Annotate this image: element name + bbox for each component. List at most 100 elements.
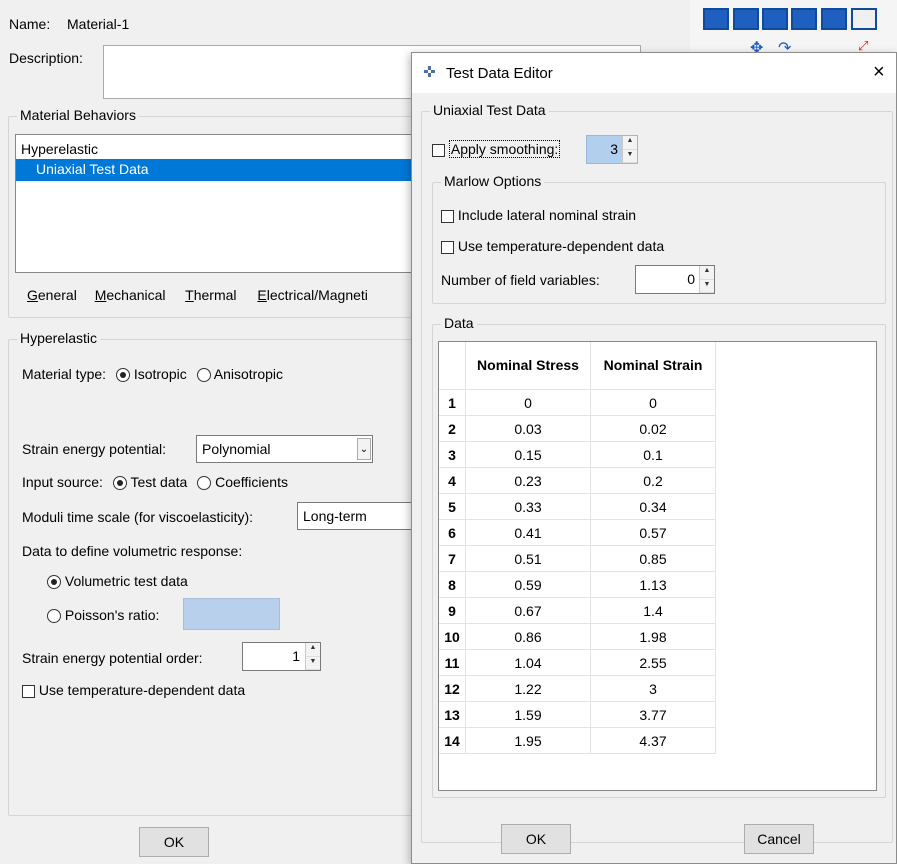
data-table-container[interactable]: Nominal Stress Nominal Strain 1 0 0 2 0.03 0.… (438, 341, 877, 791)
table-row[interactable]: 14 1.95 4.37 (439, 727, 716, 754)
table-row[interactable]: 13 1.59 3.77 (439, 701, 716, 728)
order-spinner[interactable]: 1 ▲ ▼ (242, 642, 321, 671)
stress-cell[interactable]: 0.51 (465, 545, 591, 572)
stress-cell[interactable]: 0.15 (465, 441, 591, 468)
poisson-field[interactable] (183, 598, 280, 630)
volumetric-test-label[interactable]: Volumetric test data (65, 573, 188, 589)
poisson-radio[interactable] (47, 609, 61, 624)
stress-cell[interactable]: 0.03 (465, 415, 591, 442)
strain-cell[interactable]: 0.02 (590, 415, 716, 442)
dialog-ok-button[interactable]: OK (501, 824, 571, 854)
down-arrow-icon[interactable]: ▼ (306, 657, 320, 670)
strain-cell[interactable]: 0.34 (590, 493, 716, 520)
strain-cell[interactable]: 3.77 (590, 701, 716, 728)
apply-smoothing-checkbox[interactable] (432, 143, 445, 157)
table-row[interactable]: 8 0.59 1.13 (439, 571, 716, 598)
poisson-label[interactable]: Poisson's ratio: (65, 607, 160, 623)
stress-cell[interactable]: 1.59 (465, 701, 591, 728)
smoothing-stepper[interactable]: ▲ ▼ (622, 136, 637, 163)
behavior-hyperelastic[interactable]: Hyperelastic (16, 135, 416, 159)
temp-dep-checkbox[interactable] (22, 684, 35, 698)
strain-cell[interactable]: 3 (590, 675, 716, 702)
stress-cell[interactable]: 1.22 (465, 675, 591, 702)
moduli-select[interactable]: Long-term (297, 502, 427, 530)
table-row[interactable]: 11 1.04 2.55 (439, 649, 716, 676)
strain-cell[interactable]: 0 (590, 389, 716, 416)
temp-dep-label[interactable]: Use temperature-dependent data (39, 682, 245, 698)
header-nominal-strain[interactable]: Nominal Strain (590, 342, 716, 390)
isotropic-radio[interactable] (115, 368, 130, 383)
close-icon[interactable]: × (873, 61, 885, 84)
strain-cell[interactable]: 1.98 (590, 623, 716, 650)
chevron-down-icon: ⌄ (357, 438, 371, 460)
stress-cell[interactable]: 0 (465, 389, 591, 416)
volumetric-test-radio[interactable] (47, 575, 61, 590)
stress-cell[interactable]: 0.86 (465, 623, 591, 650)
strain-cell[interactable]: 0.57 (590, 519, 716, 546)
stress-cell[interactable]: 0.33 (465, 493, 591, 520)
up-arrow-icon[interactable]: ▲ (306, 643, 320, 657)
table-row[interactable]: 6 0.41 0.57 (439, 519, 716, 546)
row-number: 4 (439, 467, 466, 494)
table-row[interactable]: 7 0.51 0.85 (439, 545, 716, 572)
coefficients-radio[interactable] (197, 476, 212, 491)
field-vars-spinner[interactable]: 0 ▲ ▼ (635, 265, 715, 294)
stack-icon[interactable] (762, 8, 788, 30)
menu-mechanical[interactable]: Mechanical (95, 287, 166, 303)
table-row[interactable]: 12 1.22 3 (439, 675, 716, 702)
field-vars-stepper[interactable]: ▲ ▼ (699, 266, 714, 293)
strain-cell[interactable]: 0.1 (590, 441, 716, 468)
behavior-uniaxial-test-data[interactable]: Uniaxial Test Data (16, 159, 416, 181)
order-stepper[interactable]: ▲ ▼ (305, 643, 320, 670)
table-row[interactable]: 10 0.86 1.98 (439, 623, 716, 650)
menu-thermal[interactable]: Thermal (185, 287, 236, 303)
up-arrow-icon[interactable]: ▲ (623, 136, 637, 150)
test-data-label[interactable]: Test data (130, 474, 187, 490)
stress-cell[interactable]: 1.95 (465, 727, 591, 754)
stress-cell[interactable]: 1.04 (465, 649, 591, 676)
strain-cell[interactable]: 4.37 (590, 727, 716, 754)
table-row[interactable]: 100 (439, 389, 716, 416)
menu-general[interactable]: General (27, 287, 77, 303)
isotropic-label[interactable]: Isotropic (134, 366, 187, 382)
strain-cell[interactable]: 1.4 (590, 597, 716, 624)
behaviors-list[interactable]: Hyperelastic Uniaxial Test Data (15, 134, 417, 273)
dialog-cancel-button[interactable]: Cancel (744, 824, 814, 854)
link-icon[interactable] (821, 8, 847, 30)
strain-cell[interactable]: 0.2 (590, 467, 716, 494)
main-ok-button[interactable]: OK (139, 827, 209, 857)
columns-icon[interactable] (791, 8, 817, 30)
header-nominal-stress[interactable]: Nominal Stress (465, 342, 591, 390)
list-icon[interactable] (851, 8, 877, 30)
stress-cell[interactable]: 0.59 (465, 571, 591, 598)
table-row[interactable]: 9 0.67 1.4 (439, 597, 716, 624)
up-arrow-icon[interactable]: ▲ (700, 266, 714, 280)
anisotropic-label[interactable]: Anisotropic (214, 366, 283, 382)
test-data-radio[interactable] (112, 476, 127, 491)
dialog-temp-dep-checkbox[interactable] (441, 240, 454, 254)
strain-cell[interactable]: 0.85 (590, 545, 716, 572)
dialog-temp-dep-label[interactable]: Use temperature-dependent data (458, 238, 664, 254)
stress-cell[interactable]: 0.41 (465, 519, 591, 546)
stress-cell[interactable]: 0.67 (465, 597, 591, 624)
strain-cell[interactable]: 1.13 (590, 571, 716, 598)
table-row[interactable]: 3 0.15 0.1 (439, 441, 716, 468)
down-arrow-icon[interactable]: ▼ (700, 280, 714, 293)
anisotropic-radio[interactable] (196, 368, 211, 383)
moduli-label: Moduli time scale (for viscoelasticity): (22, 509, 254, 525)
table-row[interactable]: 5 0.33 0.34 (439, 493, 716, 520)
menu-electrical[interactable]: Electrical/Magneti (257, 287, 368, 303)
strain-cell[interactable]: 2.55 (590, 649, 716, 676)
lateral-checkbox[interactable] (441, 209, 454, 223)
table-row[interactable]: 4 0.23 0.2 (439, 467, 716, 494)
stress-cell[interactable]: 0.23 (465, 467, 591, 494)
layout-icon[interactable] (733, 8, 759, 30)
sep-select[interactable]: Polynomial ⌄ (196, 435, 373, 463)
lateral-label[interactable]: Include lateral nominal strain (458, 207, 636, 223)
coefficients-label[interactable]: Coefficients (215, 474, 288, 490)
table-row[interactable]: 2 0.03 0.02 (439, 415, 716, 442)
down-arrow-icon[interactable]: ▼ (623, 150, 637, 163)
smoothing-spinner[interactable]: 3 ▲ ▼ (586, 135, 638, 164)
view-icon[interactable] (703, 8, 729, 30)
apply-smoothing-label[interactable]: Apply smoothing: (448, 140, 561, 158)
